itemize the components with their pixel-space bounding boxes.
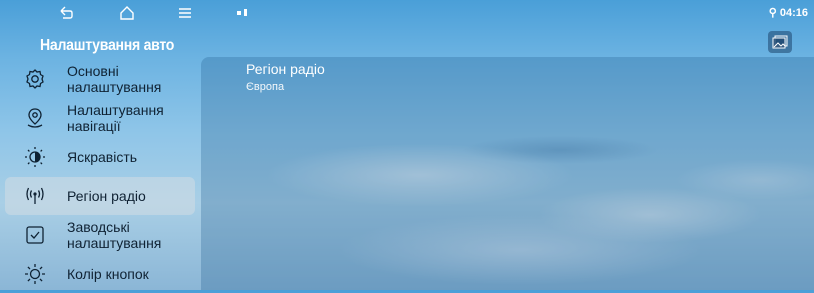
menu-icon[interactable] [176, 4, 194, 22]
setting-title: Регіон радіо [246, 61, 325, 77]
sidebar-item-factory-settings[interactable]: Заводські налаштування [5, 216, 195, 254]
home-icon[interactable] [118, 4, 136, 22]
sidebar-item-label: Яскравість [67, 149, 138, 165]
gear-icon [26, 69, 44, 89]
sun-icon [25, 264, 45, 284]
back-icon[interactable] [57, 4, 75, 22]
sidebar-item-button-color[interactable]: Колір кнопок [5, 255, 195, 293]
status-bar: ⚲ 04:16 [0, 0, 814, 26]
sidebar-item-label: Основні налаштування [67, 63, 162, 95]
notification-icons [237, 9, 247, 16]
content-panel: Регіон радіо Європа [201, 57, 814, 290]
sidebar-item-navigation[interactable]: Налаштування навігації [5, 99, 195, 137]
image-gallery-icon [772, 35, 788, 49]
location-icon: ⚲ [768, 7, 777, 19]
radio-antenna-icon [26, 187, 44, 204]
checkbox-icon [26, 226, 44, 244]
clock: ⚲ 04:16 [768, 7, 808, 19]
setting-value[interactable]: Європа [246, 81, 284, 93]
sidebar-item-label: Заводські налаштування [67, 219, 162, 251]
sidebar-item-label: Колір кнопок [67, 266, 149, 282]
sidebar-item-radio-region[interactable]: Регіон радіо [5, 177, 195, 215]
sidebar-item-label: Регіон радіо [67, 188, 146, 204]
sidebar-item-label: Налаштування навігації [67, 102, 164, 134]
brightness-icon [25, 147, 45, 167]
page-title: Налаштування авто [40, 37, 175, 54]
wallpaper-button[interactable] [768, 31, 792, 53]
sidebar-item-general[interactable]: Основні налаштування [5, 60, 195, 98]
location-pin-icon [27, 108, 43, 128]
sidebar-item-brightness[interactable]: Яскравість [5, 138, 195, 176]
